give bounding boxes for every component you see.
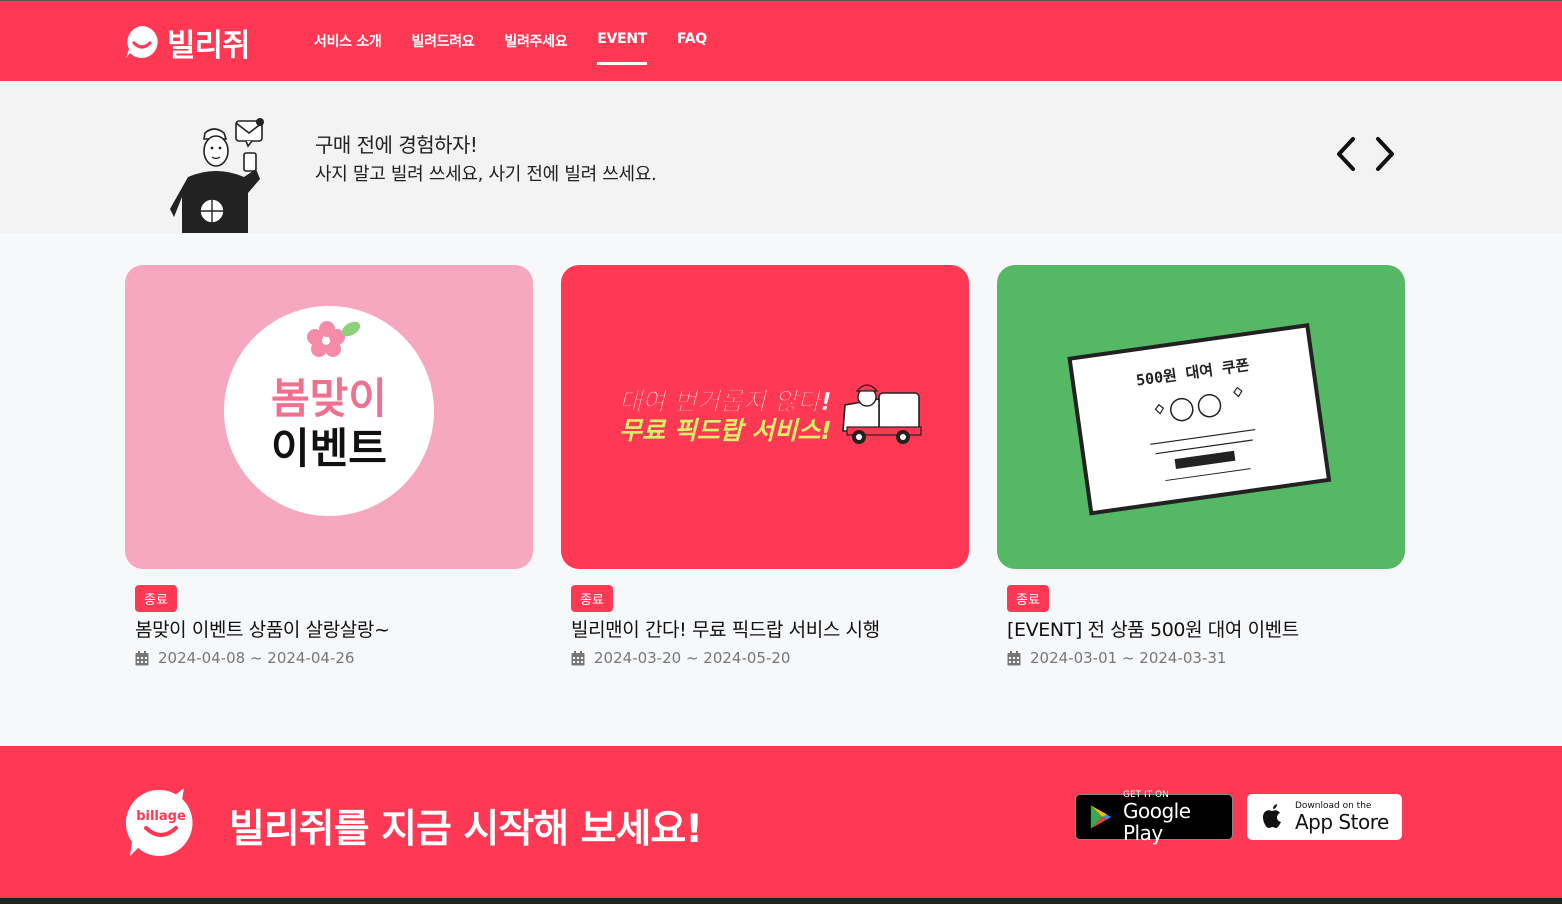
logo-text: 빌리쥐 bbox=[167, 27, 251, 64]
calendar-icon bbox=[571, 650, 585, 665]
status-badge: 종료 bbox=[135, 585, 177, 612]
delivery-man-illustration bbox=[170, 118, 264, 233]
app-store-button[interactable]: Download on the App Store bbox=[1247, 794, 1402, 840]
hero-banner: 구매 전에 경험하자! 사지 말고 빌려 쓰세요, 사기 전에 빌려 쓰세요. bbox=[0, 81, 1562, 233]
app-store-big-text: App Store bbox=[1295, 810, 1389, 834]
banner-subtitle: 사지 말고 빌려 쓰세요, 사기 전에 빌려 쓰세요. bbox=[315, 164, 657, 185]
nav-faq[interactable]: FAQ bbox=[677, 31, 707, 65]
thumb-line1: 대여 번거롭지 않다! bbox=[619, 387, 832, 416]
billage-logo: billage bbox=[125, 788, 193, 856]
event-title: [EVENT] 전 상품 500원 대여 이벤트 bbox=[1007, 619, 1299, 641]
status-badge: 종료 bbox=[1007, 585, 1049, 612]
event-date: 2024-03-20 ~ 2024-05-20 bbox=[571, 649, 790, 667]
nav-service-intro[interactable]: 서비스 소개 bbox=[314, 31, 382, 65]
nav-event[interactable]: EVENT bbox=[597, 31, 647, 65]
event-card-500won[interactable]: 500원 대여 쿠폰 종료 [EVENT] 전 상품 500원 대여 이벤트 2… bbox=[997, 265, 1405, 667]
thumb-line2: 이벤트 bbox=[271, 424, 387, 473]
apple-icon bbox=[1263, 804, 1281, 828]
site-header: 빌리쥐 서비스 소개 빌려드려요 빌려주세요 EVENT FAQ bbox=[0, 1, 1562, 81]
event-card-pickdrop[interactable]: 대여 번거롭지 않다! 무료 픽드랍 서비스! 종료 빌리맨이 간다! 무료 픽… bbox=[561, 265, 969, 667]
billage-logo-text: billage bbox=[136, 809, 186, 824]
coupon-event-artwork: 500원 대여 쿠폰 bbox=[1067, 323, 1332, 516]
google-play-button[interactable]: GET IT ON Google Play bbox=[1075, 790, 1233, 844]
status-badge: 종료 bbox=[571, 585, 613, 612]
footer-cta: 빌리쥐를 지금 시작해 보세요! bbox=[229, 807, 703, 852]
event-card-spring[interactable]: 봄맞이 이벤트 종료 봄맞이 이벤트 상품이 살랑살랑~ 2024-04-08 … bbox=[125, 265, 533, 667]
banner-title: 구매 전에 경험하자! bbox=[315, 133, 478, 157]
event-date-text: 2024-03-01 ~ 2024-03-31 bbox=[1030, 649, 1227, 667]
app-download-footer: billage 빌리쥐를 지금 시작해 보세요! GET IT ON Googl… bbox=[0, 746, 1562, 898]
event-title: 봄맞이 이벤트 상품이 살랑살랑~ bbox=[135, 619, 390, 641]
spring-event-artwork: 봄맞이 이벤트 bbox=[224, 306, 434, 516]
google-play-big-text: Google Play bbox=[1122, 799, 1191, 845]
logo-smile-icon bbox=[126, 26, 158, 58]
nav-borrow[interactable]: 빌려주세요 bbox=[504, 31, 567, 65]
event-thumbnail: 500원 대여 쿠폰 bbox=[997, 265, 1405, 569]
event-date: 2024-03-01 ~ 2024-03-31 bbox=[1007, 649, 1226, 667]
thumb-line2: 무료 픽드랍 서비스! bbox=[619, 416, 832, 445]
calendar-icon bbox=[1007, 650, 1021, 665]
event-date: 2024-04-08 ~ 2024-04-26 bbox=[135, 649, 354, 667]
chevron-right-icon[interactable] bbox=[1372, 135, 1398, 173]
site-logo[interactable]: 빌리쥐 bbox=[124, 23, 251, 64]
bottom-border bbox=[0, 898, 1562, 904]
calendar-icon bbox=[135, 650, 149, 665]
thumb-line1: 봄맞이 bbox=[271, 374, 387, 423]
event-date-text: 2024-03-20 ~ 2024-05-20 bbox=[594, 649, 791, 667]
truck-illustration bbox=[842, 384, 922, 444]
chevron-left-icon[interactable] bbox=[1333, 135, 1359, 173]
event-thumbnail: 대여 번거롭지 않다! 무료 픽드랍 서비스! bbox=[561, 265, 969, 569]
google-play-icon bbox=[1090, 805, 1112, 829]
pickdrop-event-artwork: 대여 번거롭지 않다! 무료 픽드랍 서비스! bbox=[619, 384, 922, 445]
main-nav: 서비스 소개 빌려드려요 빌려주세요 EVENT FAQ bbox=[314, 31, 707, 65]
event-date-text: 2024-04-08 ~ 2024-04-26 bbox=[158, 649, 355, 667]
event-title: 빌리맨이 간다! 무료 픽드랍 서비스 시행 bbox=[571, 619, 880, 641]
event-thumbnail: 봄맞이 이벤트 bbox=[125, 265, 533, 569]
nav-lend[interactable]: 빌려드려요 bbox=[411, 31, 474, 65]
